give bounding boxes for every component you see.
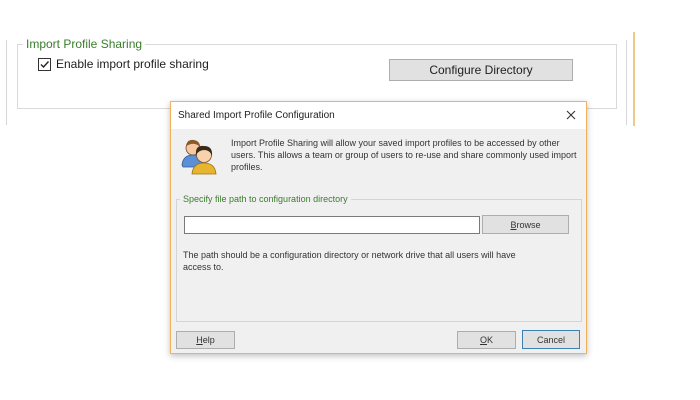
ok-label: K <box>487 335 494 345</box>
enable-sharing-checkbox-row[interactable]: Enable import profile sharing <box>38 57 209 71</box>
configure-directory-button[interactable]: Configure Directory <box>389 59 573 81</box>
enable-sharing-label: Enable import profile sharing <box>56 57 209 71</box>
config-path-group-title: Specify file path to configuration direc… <box>180 194 351 204</box>
help-button[interactable]: Help <box>176 331 235 349</box>
browse-button[interactable]: Browse <box>482 215 569 234</box>
browse-label: rowse <box>516 219 541 230</box>
path-note-text: The path should be a configuration direc… <box>183 250 516 272</box>
background-panel-divider <box>626 40 627 125</box>
help-label: elp <box>202 335 215 345</box>
config-path-input[interactable] <box>184 216 480 234</box>
ok-button[interactable]: OK <box>457 331 516 349</box>
shared-import-profile-dialog: Shared Import Profile Configuration Impo… <box>170 101 587 354</box>
dialog-titlebar: Shared Import Profile Configuration <box>171 102 586 129</box>
ok-accelerator: O <box>479 335 487 345</box>
window-edge-accent <box>633 32 635 126</box>
import-profile-sharing-group-title: Import Profile Sharing <box>23 37 146 51</box>
background-panel-edge <box>0 40 7 125</box>
dialog-info-text: Import Profile Sharing will allow your s… <box>231 138 577 172</box>
cancel-button[interactable]: Cancel <box>522 330 580 349</box>
enable-sharing-checkbox[interactable] <box>38 57 51 71</box>
dialog-title: Shared Import Profile Configuration <box>178 110 335 121</box>
close-icon[interactable] <box>565 109 577 121</box>
two-users-icon <box>181 139 217 175</box>
checkmark-icon <box>40 60 50 68</box>
